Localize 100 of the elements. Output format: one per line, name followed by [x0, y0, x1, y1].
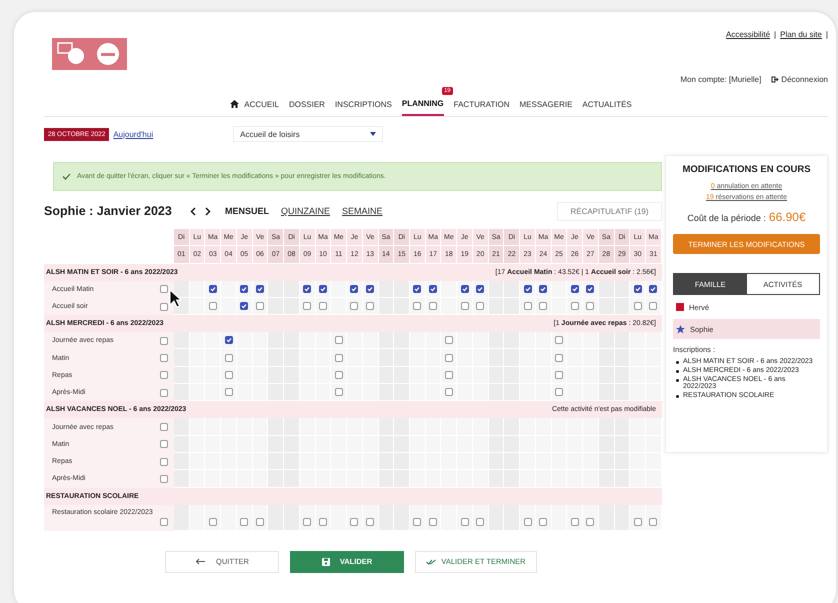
day-cell [646, 384, 662, 402]
checkbox[interactable] [224, 388, 233, 396]
checkbox[interactable] [554, 370, 563, 379]
header-link[interactable]: Plan du site [780, 30, 822, 39]
checkbox[interactable] [160, 518, 168, 526]
chevron-right-icon[interactable] [205, 206, 211, 216]
checkbox[interactable] [318, 302, 327, 310]
checkbox[interactable] [350, 518, 358, 526]
checkbox[interactable] [554, 388, 563, 396]
checkbox[interactable] [366, 518, 374, 526]
activity-select[interactable]: Accueil de loisirs [233, 126, 384, 142]
checkbox[interactable] [334, 388, 343, 396]
checkbox[interactable] [160, 371, 168, 380]
checkbox[interactable] [240, 518, 248, 526]
checkbox[interactable] [429, 518, 438, 526]
checkbox[interactable] [460, 284, 469, 293]
checkbox[interactable] [240, 302, 248, 310]
view-tab[interactable]: QUINZAINE [281, 206, 330, 216]
checkbox[interactable] [586, 302, 594, 310]
view-tab[interactable]: SEMAINE [342, 206, 383, 216]
checkbox[interactable] [554, 354, 563, 362]
arrow-left-icon [195, 558, 206, 566]
checkbox[interactable] [460, 302, 469, 310]
checkbox[interactable] [303, 302, 312, 310]
checkbox[interactable] [570, 302, 579, 310]
checkbox[interactable] [240, 284, 248, 293]
nav-tab[interactable]: DOSSIER [288, 92, 325, 116]
checkbox[interactable] [160, 388, 168, 397]
checkbox[interactable] [224, 336, 233, 344]
nav-tab[interactable]: INSCRIPTIONS [334, 92, 392, 116]
view-tab[interactable]: MENSUEL [225, 206, 270, 216]
header-link[interactable]: Accessibilité [726, 30, 770, 39]
checkbox[interactable] [634, 302, 642, 310]
checkbox[interactable] [570, 518, 579, 526]
checkbox[interactable] [160, 302, 168, 311]
checkbox[interactable] [586, 284, 594, 293]
nav-tab[interactable]: FACTURATION [454, 92, 510, 116]
checkbox[interactable] [524, 284, 532, 293]
checkbox[interactable] [429, 284, 438, 293]
checkbox[interactable] [160, 474, 168, 483]
today-link[interactable]: Aujourd'hui [113, 130, 154, 138]
checkbox[interactable] [208, 302, 217, 310]
checkbox[interactable] [539, 284, 548, 293]
checkbox[interactable] [224, 354, 233, 362]
summary-button[interactable]: RÉCAPITULATIF (19) [557, 202, 662, 220]
checkbox[interactable] [160, 285, 168, 294]
checkbox[interactable] [634, 284, 642, 293]
checkbox[interactable] [160, 440, 168, 448]
checkbox[interactable] [160, 354, 168, 362]
checkbox[interactable] [539, 518, 548, 526]
checkbox[interactable] [256, 302, 264, 310]
separator: | [774, 30, 776, 39]
checkbox[interactable] [444, 336, 453, 344]
checkbox[interactable] [350, 302, 358, 310]
checkbox[interactable] [350, 284, 358, 293]
checkbox[interactable] [160, 458, 168, 466]
checkbox[interactable] [649, 518, 658, 526]
checkbox[interactable] [413, 518, 422, 526]
checkbox[interactable] [476, 518, 484, 526]
checkbox[interactable] [318, 284, 327, 293]
account-label: Mon compte: [Murielle] [680, 75, 762, 84]
checkbox[interactable] [444, 354, 453, 362]
checkbox[interactable] [334, 336, 343, 344]
checkbox[interactable] [256, 518, 264, 526]
home-icon [230, 100, 240, 108]
checkbox[interactable] [649, 284, 658, 293]
checkbox[interactable] [413, 302, 422, 310]
checkbox[interactable] [160, 336, 168, 345]
nav-tab[interactable]: ACTUALITÉS [582, 92, 632, 116]
checkbox[interactable] [476, 284, 484, 293]
checkbox[interactable] [524, 302, 532, 310]
checkbox[interactable] [224, 370, 233, 379]
checkbox[interactable] [208, 284, 217, 293]
checkbox[interactable] [476, 302, 484, 310]
checkbox[interactable] [160, 423, 168, 432]
checkbox[interactable] [539, 302, 548, 310]
checkbox[interactable] [586, 518, 594, 526]
checkbox[interactable] [460, 518, 469, 526]
chevron-left-icon[interactable] [190, 206, 196, 216]
checkbox[interactable] [554, 336, 563, 344]
nav-tab[interactable]: MESSAGERIE [520, 92, 572, 116]
checkbox[interactable] [524, 518, 532, 526]
checkbox[interactable] [208, 518, 217, 526]
checkbox[interactable] [256, 284, 264, 293]
checkbox[interactable] [303, 518, 312, 526]
checkbox[interactable] [413, 284, 422, 293]
checkbox[interactable] [570, 284, 579, 293]
checkbox[interactable] [334, 354, 343, 362]
checkbox[interactable] [303, 284, 312, 293]
checkbox[interactable] [429, 302, 438, 310]
nav-tab[interactable]: ACCUEIL [230, 92, 279, 116]
checkbox[interactable] [634, 518, 642, 526]
checkbox[interactable] [318, 518, 327, 526]
checkbox[interactable] [649, 302, 658, 310]
checkbox[interactable] [366, 284, 374, 293]
checkbox[interactable] [366, 302, 374, 310]
logout-link[interactable]: Déconnexion [771, 75, 828, 84]
checkbox[interactable] [334, 370, 343, 379]
checkbox[interactable] [444, 388, 453, 396]
checkbox[interactable] [444, 370, 453, 379]
